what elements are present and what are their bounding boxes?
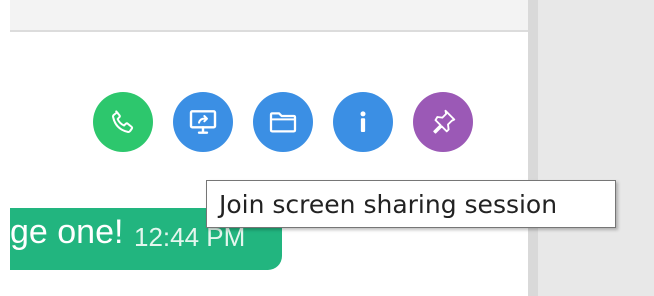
chat-header-bar	[10, 0, 528, 32]
files-button[interactable]	[253, 92, 313, 152]
chat-pane: ge one! 12:44 PM	[10, 0, 528, 296]
pin-icon	[433, 109, 456, 134]
folder-icon	[269, 112, 297, 133]
info-button[interactable]	[333, 92, 393, 152]
panel-divider[interactable]	[528, 0, 538, 296]
phone-icon	[112, 110, 134, 133]
right-side-panel	[538, 0, 654, 296]
screen-share-tooltip: Join screen sharing session	[206, 180, 616, 228]
message-text: ge one!	[10, 213, 124, 251]
info-icon	[360, 111, 366, 132]
screen-share-button[interactable]	[173, 92, 233, 152]
pin-button[interactable]	[413, 92, 473, 152]
monitor-share-icon	[189, 110, 217, 134]
call-button[interactable]	[93, 92, 153, 152]
